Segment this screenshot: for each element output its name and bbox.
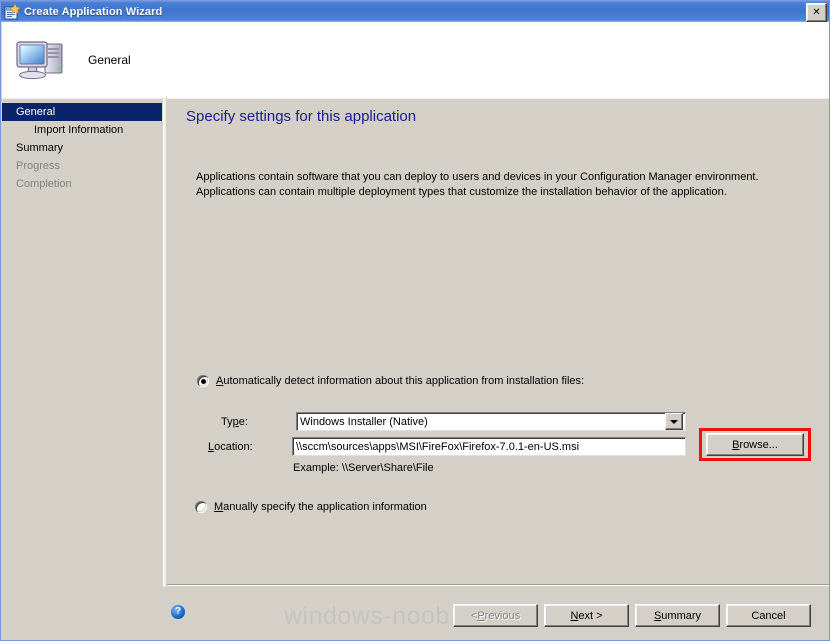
auto-detect-radio-row[interactable]: Automatically detect information about t…: [197, 375, 584, 387]
wizard-header: General: [2, 22, 829, 98]
sidebar-item-general[interactable]: General: [2, 103, 162, 121]
wizard-app-icon: [4, 2, 21, 20]
manual-specify-radio-label: Manually specify the application informa…: [214, 501, 427, 513]
window-title: Create Application Wizard: [24, 5, 163, 18]
type-label: Type:: [221, 416, 248, 428]
summary-accel: S: [653, 609, 662, 622]
manual-accel: M: [214, 501, 224, 513]
location-input[interactable]: \\sccm\sources\apps\MSI\FireFox\Firefox-…: [292, 437, 686, 456]
footer-divider: [167, 584, 829, 586]
manual-label-rest: anually specify the application informat…: [223, 501, 427, 513]
auto-detect-radio[interactable]: [197, 375, 209, 387]
auto-detect-radio-label: Automatically detect information about t…: [216, 375, 584, 387]
sidebar-item-progress: Progress: [16, 160, 61, 172]
browse-button-highlight: [699, 428, 811, 461]
computer-icon: [14, 35, 70, 85]
wizard-steps-sidebar: General Import Information Summary Progr…: [2, 98, 162, 640]
next-button[interactable]: Next >: [544, 604, 629, 627]
previous-button: < Previous: [453, 604, 538, 627]
location-label: Location:: [208, 441, 253, 453]
summary-label-rest: ummary: [661, 609, 702, 622]
wizard-body: General Import Information Summary Progr…: [2, 98, 829, 640]
title-bar: Create Application Wizard ✕: [1, 1, 829, 22]
summary-button[interactable]: Summary: [635, 604, 720, 627]
type-label-prefix: Ty: [221, 416, 233, 428]
wizard-content-pane: Specify settings for this application Ap…: [167, 98, 829, 640]
type-label-rest: e:: [238, 416, 248, 428]
next-label-rest: ext >: [578, 609, 603, 622]
wizard-step-title: General: [88, 53, 131, 67]
close-icon[interactable]: ✕: [806, 3, 827, 22]
title-bar-buttons: ✕: [806, 3, 827, 22]
sidebar-item-import-information[interactable]: Import Information: [2, 121, 162, 139]
sidebar-item-completion: Completion: [16, 178, 72, 190]
location-label-rest: ocation:: [214, 441, 253, 453]
help-icon[interactable]: ?: [171, 605, 185, 619]
sidebar-divider: [163, 98, 166, 640]
page-title: Specify settings for this application: [186, 108, 417, 125]
next-accel: N: [570, 609, 579, 622]
previous-label-rest: revious: [484, 609, 521, 622]
auto-detect-label-rest: utomatically detect information about th…: [223, 375, 585, 387]
page-description: Applications contain software that you c…: [196, 171, 759, 198]
location-example-text: Example: \\Server\Share\File: [293, 462, 434, 474]
manual-specify-radio[interactable]: [195, 501, 207, 513]
type-dropdown-value: Windows Installer (Native): [300, 415, 428, 428]
sidebar-item-summary[interactable]: Summary: [2, 139, 162, 157]
type-dropdown[interactable]: Windows Installer (Native): [296, 412, 686, 431]
create-application-wizard-window: Create Application Wizard ✕ General Gene…: [0, 0, 830, 641]
cancel-button[interactable]: Cancel: [726, 604, 811, 627]
previous-accel: P: [477, 609, 485, 622]
cancel-label: Cancel: [751, 609, 786, 622]
chevron-down-icon[interactable]: [665, 413, 683, 430]
manual-specify-radio-row[interactable]: Manually specify the application informa…: [195, 501, 427, 513]
